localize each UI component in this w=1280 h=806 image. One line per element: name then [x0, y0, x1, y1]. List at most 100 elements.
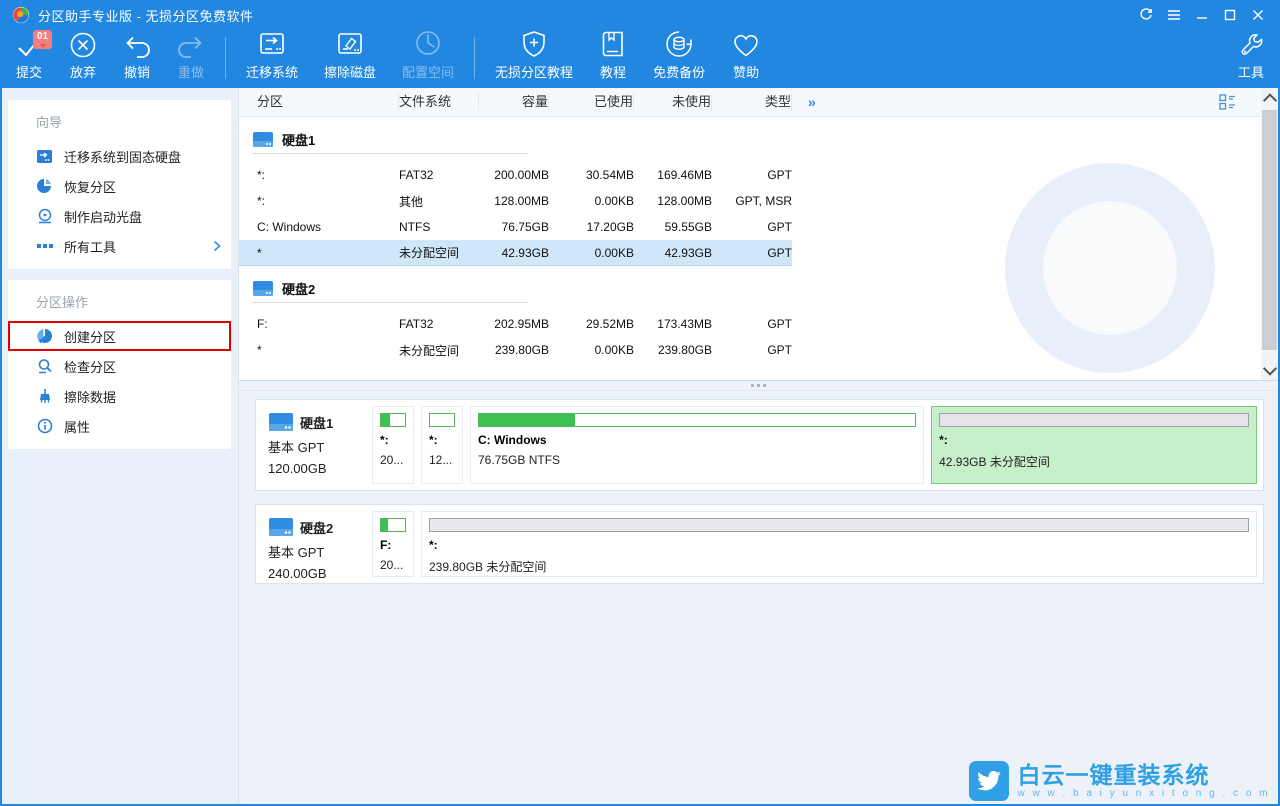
- partition-block-c-windows[interactable]: C: Windows 76.75GB NTFS: [470, 406, 924, 484]
- sidebar-item-check-partition[interactable]: 检查分区: [8, 351, 231, 381]
- sidebar-item-recover-partition[interactable]: 恢复分区: [8, 171, 231, 201]
- undo-icon: [123, 35, 151, 59]
- sidebar-item-wipe-data[interactable]: 擦除数据: [8, 381, 231, 411]
- redo-icon: [177, 35, 205, 59]
- minimize-icon: [1196, 9, 1208, 21]
- scrollbar-thumb[interactable]: [1262, 110, 1277, 350]
- disk-type: 基本 GPT: [268, 542, 365, 561]
- backup-icon: [664, 29, 694, 59]
- titlebar: 分区助手专业版 - 无损分区免费软件: [0, 0, 1280, 30]
- table-row-selected[interactable]: * 未分配空间 42.93GB 0.00KB 42.93GB GPT: [239, 240, 792, 266]
- lossless-tutorial-button[interactable]: 无损分区教程: [482, 30, 586, 88]
- watermark-text: 白云一键重装系统 w w w . b a i y u n x i t o n g…: [1017, 763, 1270, 799]
- splitter-handle[interactable]: [239, 381, 1278, 391]
- partition-block[interactable]: F: 20...: [372, 511, 414, 577]
- commit-button[interactable]: 01 提交: [2, 30, 56, 88]
- sidebar-item-migrate-os-to-ssd[interactable]: 迁移系统到固态硬盘: [8, 141, 231, 171]
- minimize-button[interactable]: [1188, 4, 1216, 26]
- disk-erase-icon: [335, 29, 365, 59]
- broom-icon: [36, 388, 53, 405]
- book-icon: [599, 29, 627, 59]
- sidebar-item-properties[interactable]: 属性: [8, 411, 231, 441]
- toolbar-separator: [225, 37, 226, 79]
- pie-create-icon: [36, 328, 53, 345]
- partition-block[interactable]: *: 20...: [372, 406, 414, 484]
- close-icon: [1252, 9, 1264, 21]
- group-divider: [252, 153, 528, 154]
- column-header-unused[interactable]: 未使用: [634, 93, 712, 111]
- bird-logo-icon: [969, 761, 1009, 801]
- watermark-title: 白云一键重装系统: [1017, 763, 1270, 787]
- disk1-panel: 硬盘1 基本 GPT 120.00GB *: 20... *: 12...: [255, 399, 1264, 491]
- discard-button[interactable]: 放弃: [56, 30, 110, 88]
- partition-table: 分区 文件系统 容量 已使用 未使用 类型 » 硬盘1: [239, 88, 1278, 381]
- redo-button[interactable]: 重做: [164, 30, 218, 88]
- scroll-down-button[interactable]: [1261, 361, 1278, 378]
- shield-plus-icon: [520, 29, 548, 59]
- disk-icon: [268, 412, 294, 432]
- column-header-used[interactable]: 已使用: [549, 93, 634, 111]
- sidebar-item-create-partition[interactable]: 创建分区: [8, 321, 231, 351]
- disk2-info[interactable]: 硬盘2 基本 GPT 240.00GB: [262, 511, 365, 577]
- usage-bar: [939, 413, 1249, 427]
- disk-arrow-icon: [36, 148, 53, 165]
- partition-block-unallocated-selected[interactable]: *: 42.93GB 未分配空间: [931, 406, 1257, 484]
- disk-name: 硬盘2: [300, 518, 333, 537]
- column-header-type[interactable]: 类型: [712, 93, 792, 111]
- watermark: 白云一键重装系统 w w w . b a i y u n x i t o n g…: [969, 761, 1270, 801]
- partition-block-unallocated[interactable]: *: 239.80GB 未分配空间: [421, 511, 1257, 577]
- clock-pie-icon: [413, 29, 443, 59]
- usage-bar: [478, 413, 916, 427]
- toolbar-spacer: [774, 30, 1224, 88]
- menu-button[interactable]: [1160, 4, 1188, 26]
- more-columns-icon[interactable]: »: [808, 94, 814, 110]
- scroll-up-button[interactable]: [1261, 90, 1278, 107]
- sidebar-item-all-tools[interactable]: 所有工具: [8, 231, 231, 261]
- refresh-icon: [1139, 8, 1153, 22]
- chevron-right-icon: [213, 240, 221, 252]
- usage-bar: [380, 518, 406, 532]
- pending-operations-badge[interactable]: 01: [33, 30, 52, 49]
- migrate-os-button[interactable]: 迁移系统: [233, 30, 311, 88]
- maximize-button[interactable]: [1216, 4, 1244, 26]
- vertical-scrollbar[interactable]: [1261, 88, 1278, 380]
- allocate-space-button[interactable]: 配置空间: [389, 30, 467, 88]
- disk1-info[interactable]: 硬盘1 基本 GPT 120.00GB: [262, 406, 365, 484]
- section-title: 向导: [8, 106, 231, 141]
- column-header-capacity[interactable]: 容量: [479, 93, 549, 111]
- table-row[interactable]: *: 其他 128.00MB 0.00KB 128.00MB GPT, MSR: [239, 188, 792, 214]
- disk-icon: [268, 517, 294, 537]
- column-header-filesystem[interactable]: 文件系统: [399, 93, 479, 111]
- partition-block[interactable]: *: 12...: [421, 406, 463, 484]
- close-button[interactable]: [1244, 4, 1272, 26]
- usage-bar: [429, 518, 1249, 532]
- tools-button[interactable]: 工具: [1224, 30, 1278, 88]
- main-area: 分区 文件系统 容量 已使用 未使用 类型 » 硬盘1: [239, 88, 1278, 804]
- usage-bar: [429, 413, 455, 427]
- view-options-icon[interactable]: [1219, 93, 1237, 111]
- table-row[interactable]: *: FAT32 200.00MB 30.54MB 169.46MB GPT: [239, 162, 792, 188]
- column-header-partition[interactable]: 分区: [239, 93, 399, 111]
- free-backup-button[interactable]: 免费备份: [640, 30, 718, 88]
- app-logo-icon: [12, 6, 30, 24]
- watermark-url: w w w . b a i y u n x i t o n g . c o m: [1017, 788, 1270, 799]
- disk-size: 240.00GB: [268, 566, 365, 581]
- table-row[interactable]: F: FAT32 202.95MB 29.52MB 173.43MB GPT: [239, 311, 792, 337]
- sidebar-item-make-bootable-media[interactable]: 制作启动光盘: [8, 201, 231, 231]
- donate-button[interactable]: 赞助: [718, 30, 774, 88]
- heart-icon: [731, 31, 761, 59]
- disk-name: 硬盘1: [300, 413, 333, 432]
- table-row[interactable]: C: Windows NTFS 76.75GB 17.20GB 59.55GB …: [239, 214, 792, 240]
- partition-operations-section: 分区操作 创建分区 检查分区 擦除数据: [8, 280, 231, 449]
- table-row[interactable]: * 未分配空间 239.80GB 0.00KB 239.80GB GPT: [239, 337, 792, 363]
- refresh-button[interactable]: [1132, 4, 1160, 26]
- disk-type: 基本 GPT: [268, 437, 365, 456]
- maximize-icon: [1224, 9, 1236, 21]
- boot-disc-icon: [36, 208, 53, 225]
- tutorial-button[interactable]: 教程: [586, 30, 640, 88]
- circle-x-icon: [69, 31, 97, 59]
- undo-button[interactable]: 撤销: [110, 30, 164, 88]
- wipe-disk-button[interactable]: 擦除磁盘: [311, 30, 389, 88]
- app-window: 分区助手专业版 - 无损分区免费软件: [0, 0, 1280, 806]
- disk-size: 120.00GB: [268, 461, 365, 476]
